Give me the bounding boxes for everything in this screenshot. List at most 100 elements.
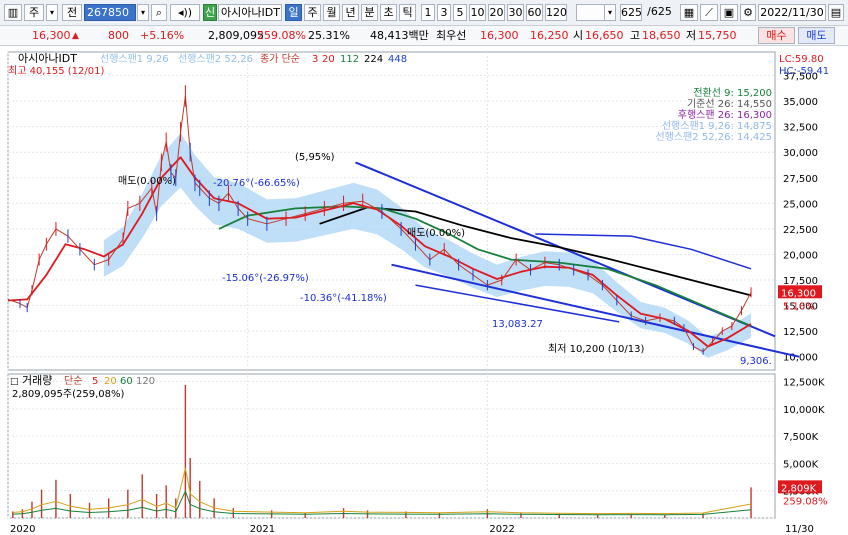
volume-legend-item: 5 [92,376,98,387]
interval-1[interactable]: 1 [421,4,435,21]
price-title: 아시아나IDT [18,52,77,65]
interval-30[interactable]: 30 [507,4,524,21]
price-legend-item: 20 [322,54,335,65]
trade-amount: 48,413백만 [370,29,429,42]
period-dropdown-icon[interactable]: ▾ [46,4,58,21]
price-tick-label: 20,000 [783,250,818,261]
high-note: 최고 40,155 (12/01) [8,65,104,77]
ichimoku-label: 선행스팬1 9,26: 14,875 [662,120,772,132]
best-ask-label: 최우선 [436,29,467,42]
price-tick-label: 30,000 [783,148,818,159]
price-tick-label: 35,000 [783,97,818,108]
credit-badge-label: 신 [204,6,216,19]
grid-icon[interactable]: ▦ [680,4,698,21]
price-tick-label: 27,500 [783,174,818,185]
volume-tick-label: 5,000K [783,459,819,470]
ichimoku-label: 후행스팬 26: 16,300 [678,109,772,121]
volume-tick-label: 12,500K [783,378,825,389]
page-total: /625 [643,4,676,21]
tab-3[interactable]: 년 [342,4,359,21]
chart-annotation: 매도(0.00%) [118,175,176,187]
last-price-pct: 5.16% [783,301,815,312]
time-tick-label: 2021 [250,524,275,535]
stock-code-value: 267850 [87,6,129,19]
mode-select[interactable]: 전 [62,4,82,21]
chart-menu-icon[interactable]: ▥ [4,4,22,21]
page-total-value: /625 [647,5,672,18]
interval-5[interactable]: 5 [453,4,467,21]
interval-3[interactable]: 3 [437,4,451,21]
price-tick-label: 32,500 [783,123,818,134]
open-label: 시 [573,29,584,42]
best-ask-value: 16,300 [480,29,519,42]
interval-120[interactable]: 120 [545,4,567,21]
price-change: 800 [108,29,129,42]
low-label: 저 [686,29,697,42]
last-volume-pct: 259.08% [783,496,828,507]
volume-ratio: 259.08% [257,29,306,42]
tab-2[interactable]: 월 [323,4,340,21]
tab-5[interactable]: 초 [380,4,397,21]
stock-name-label: 아시아나IDT [221,6,280,19]
time-tick-label: 2022 [489,524,514,535]
ichimoku-label: 기준선 26: 14,550 [687,98,772,110]
buy-button[interactable]: 매수 [758,27,795,44]
volume-tick-label: 7,500K [783,432,819,443]
hc-label: HC:-59.41 [779,66,829,77]
volume-title: 거래량 [22,374,52,387]
date-value: 2022/11/30 [760,6,824,19]
save-icon[interactable]: ▣ [720,4,738,21]
high-value: 18,650 [642,29,681,42]
volume-value: 2,809,095 [208,29,264,42]
stock-chart[interactable]: 10,00012,50015,00017,50020,00022,50025,0… [0,48,848,535]
mode-label: 전 [66,6,78,19]
ichimoku-label: 선행스팬2 52,26: 14,425 [655,131,772,143]
page-counter[interactable]: 625 [620,4,642,21]
calendar-icon[interactable]: ▤ [828,4,844,21]
price-legend-item: 224 [364,54,383,65]
sound-icon[interactable]: ◂)) [170,4,200,21]
page-counter-value: 625 [621,6,642,19]
volume-tick-label: 10,000K [783,405,825,416]
tab-0[interactable]: 일 [285,4,302,21]
price-tick-label: 12,500 [783,327,818,338]
code-dropdown-icon[interactable]: ▾ [137,4,149,21]
interval-20[interactable]: 20 [488,4,505,21]
high-label: 고 [630,29,641,42]
lc-label: LC:59.80 [779,54,824,65]
price-legend-item: 선행스팬2 52,26 [178,53,253,65]
chart-annotation: (5,95%) [295,152,335,163]
interval-10[interactable]: 10 [469,4,486,21]
best-bid-value: 16,250 [530,29,569,42]
price-legend-item: 종가 단순 [260,53,300,65]
stock-name-field[interactable]: 아시아나IDT [218,4,282,21]
stock-code-input[interactable]: 267850 [84,4,136,21]
price-change-pct: +5.16% [140,29,185,42]
gear-icon[interactable]: ⚙ [740,4,756,21]
search-icon[interactable]: ⌕ [151,4,167,21]
price-legend-item: 448 [388,54,407,65]
volume-legend-item: 120 [136,376,155,387]
price-tick-label: 22,500 [783,225,818,236]
tab-4[interactable]: 분 [361,4,378,21]
buy-button-label: 매수 [766,29,787,42]
chart-annotation: 9,306. [740,356,772,367]
date-field[interactable]: 2022/11/30 [758,4,826,21]
volume-legend-item: 단순 [64,375,82,387]
last-volume-label: 2,809K [781,483,817,494]
tab-1[interactable]: 주 [304,4,321,21]
tab-6[interactable]: 틱 [399,4,416,21]
price-legend-item: 선행스팬1 9,26 [100,53,169,65]
interval-60[interactable]: 60 [526,4,543,21]
up-arrow-icon: ▲ [72,31,79,41]
period-label: 주 [28,6,40,19]
interval-dropdown-icon[interactable]: ▾ [604,4,616,21]
chart-type-icon[interactable]: ⟋ [700,4,718,21]
low-note: 최저 10,200 (10/13) [548,343,644,355]
period-select[interactable]: 주 [24,4,44,21]
price-legend-item: 3 [312,54,318,65]
chart-annotation: -15.06°(-26.97%) [222,273,309,284]
price-tick-label: 25,000 [783,199,818,210]
sell-button[interactable]: 매도 [798,27,835,44]
low-value: 15,750 [698,29,737,42]
